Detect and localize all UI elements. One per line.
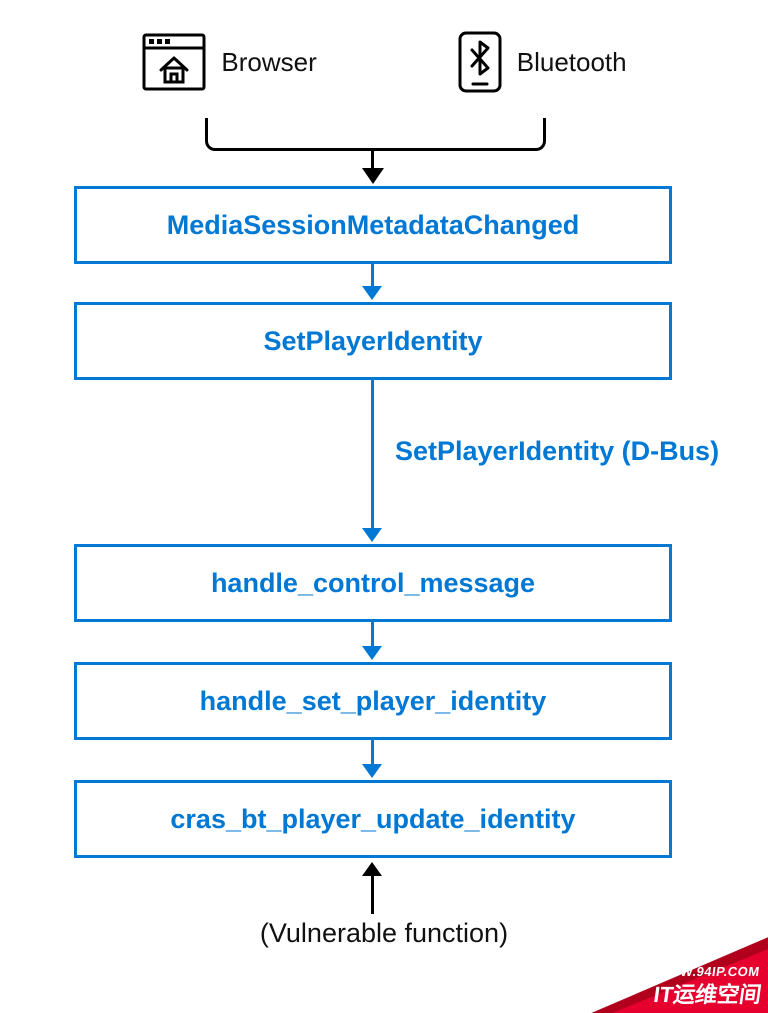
sources-join-bracket [205,118,546,151]
watermark-corner: WWW.94IP.COM IT运维空间 [568,923,768,1013]
diagram-canvas: Browser Bluetooth MediaSessionMetadataCh… [0,0,768,1013]
node-media-session-metadata-changed: MediaSessionMetadataChanged [74,186,672,264]
source-browser: Browser [141,32,316,92]
node-label: cras_bt_player_update_identity [170,804,575,835]
node-cras-bt-player-update-identity: cras_bt_player_update_identity [74,780,672,858]
vulnerable-pointer-arrow [371,876,374,914]
arrow-n1-n2 [371,264,374,286]
watermark-title: IT运维空间 [652,977,764,1009]
node-set-player-identity: SetPlayerIdentity [74,302,672,380]
bluetooth-phone-icon [457,30,503,94]
node-label: handle_control_message [211,568,535,599]
sources-join-stem [371,148,374,170]
node-label: MediaSessionMetadataChanged [167,210,580,241]
edge-label-dbus: SetPlayerIdentity (D-Bus) [395,436,719,467]
browser-window-home-icon [141,32,207,92]
arrow-n3-n4 [371,622,374,646]
node-label: handle_set_player_identity [200,686,547,717]
source-bluetooth: Bluetooth [457,30,627,94]
node-handle-control-message: handle_control_message [74,544,672,622]
arrow-n4-n5 [371,740,374,764]
node-handle-set-player-identity: handle_set_player_identity [74,662,672,740]
sources-join-arrowhead [362,168,384,184]
source-bluetooth-label: Bluetooth [517,47,627,78]
source-browser-label: Browser [221,47,316,78]
arrow-n2-n3 [371,380,374,528]
node-label: SetPlayerIdentity [263,326,482,357]
sources-row: Browser Bluetooth [0,30,768,94]
